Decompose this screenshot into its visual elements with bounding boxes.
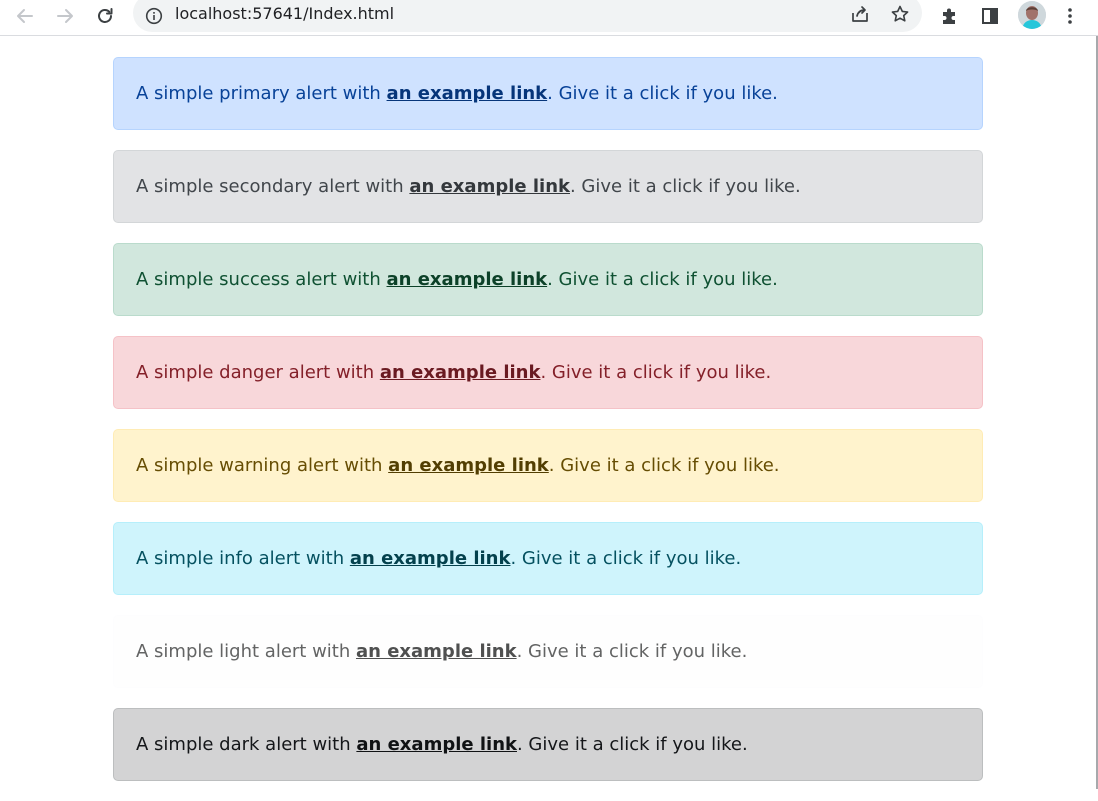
- alert-link[interactable]: an example link: [387, 268, 548, 292]
- browser-menu-button[interactable]: [1056, 2, 1084, 30]
- alert-text-suffix: . Give it a click if you like.: [569, 175, 801, 197]
- back-button[interactable]: [11, 2, 39, 30]
- alert-text: A simple secondary alert with: [136, 175, 410, 197]
- puzzle-icon: [943, 8, 955, 24]
- alert-text-suffix: . Give it a click if you like.: [547, 268, 778, 290]
- alert-text: A simple warning alert with: [136, 454, 389, 476]
- alert-text-suffix: . Give it a click if you like.: [516, 733, 748, 755]
- side-panel-button[interactable]: [976, 2, 1004, 30]
- alert-link[interactable]: an example link: [409, 175, 570, 199]
- alert-link[interactable]: an example link: [387, 82, 548, 106]
- alert-text: A simple success alert with: [136, 268, 387, 290]
- site-info-button[interactable]: [145, 7, 163, 25]
- alert-dark: A simple dark alert with an example link…: [113, 708, 983, 781]
- star-icon: [891, 5, 909, 22]
- alert-text-suffix: . Give it a click if you like.: [548, 454, 780, 476]
- bookmark-button[interactable]: [886, 0, 914, 28]
- alert-light: A simple light alert with an example lin…: [113, 615, 983, 688]
- extensions-button[interactable]: [936, 2, 964, 30]
- alert-danger: A simple danger alert with an example li…: [113, 336, 983, 409]
- alert-link[interactable]: an example link: [380, 361, 541, 385]
- alert-link[interactable]: an example link: [356, 733, 517, 757]
- alert-text-suffix: . Give it a click if you like.: [547, 82, 778, 104]
- kebab-menu-icon: [1068, 8, 1072, 24]
- address-bar[interactable]: localhost:57641/Index.html: [133, 0, 922, 32]
- forward-arrow-icon: [57, 9, 73, 23]
- avatar: [1018, 1, 1046, 29]
- alert-link[interactable]: an example link: [356, 640, 517, 664]
- alert-text: A simple danger alert with: [136, 361, 380, 383]
- alert-text: A simple primary alert with: [136, 82, 387, 104]
- alert-text: A simple light alert with: [136, 640, 356, 662]
- reload-icon: [98, 8, 113, 23]
- alert-success: A simple success alert with an example l…: [113, 243, 983, 316]
- alert-list: A simple primary alert with an example l…: [113, 57, 983, 801]
- share-button[interactable]: [846, 0, 874, 28]
- alert-info: A simple info alert with an example link…: [113, 522, 983, 595]
- back-arrow-icon: [17, 9, 33, 23]
- share-icon: [852, 6, 868, 22]
- reload-button[interactable]: [91, 2, 119, 30]
- alert-text-suffix: . Give it a click if you like.: [540, 361, 772, 383]
- info-icon: [145, 7, 163, 25]
- alert-text: A simple dark alert with: [136, 733, 357, 755]
- alert-text-suffix: . Give it a click if you like.: [510, 547, 742, 569]
- alert-warning: A simple warning alert with an example l…: [113, 429, 983, 502]
- alert-link[interactable]: an example link: [350, 547, 511, 571]
- forward-button[interactable]: [51, 2, 79, 30]
- url-text[interactable]: localhost:57641/Index.html: [175, 4, 394, 23]
- alert-text: A simple info alert with: [136, 547, 350, 569]
- alert-primary: A simple primary alert with an example l…: [113, 57, 983, 130]
- alert-secondary: A simple secondary alert with an example…: [113, 150, 983, 223]
- side-panel-icon: [982, 8, 998, 24]
- alert-text-suffix: . Give it a click if you like.: [516, 640, 748, 662]
- browser-toolbar: localhost:57641/Index.html: [0, 0, 1098, 36]
- profile-avatar[interactable]: [1018, 1, 1046, 29]
- alert-link[interactable]: an example link: [388, 454, 549, 478]
